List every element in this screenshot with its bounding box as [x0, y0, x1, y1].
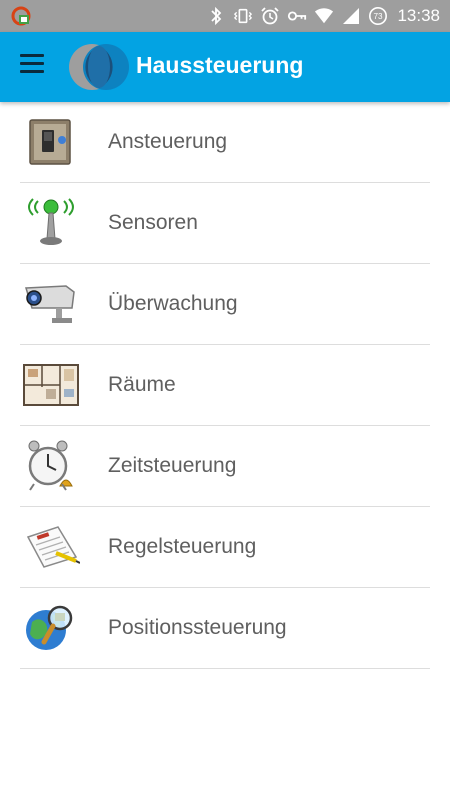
alarm-icon — [260, 6, 280, 26]
vpn-key-icon — [287, 6, 307, 26]
rules-document-icon — [22, 521, 81, 573]
menu-item-label: Regelsteuerung — [108, 535, 257, 558]
bluetooth-icon — [206, 6, 226, 26]
status-bar: 73 13:38 — [0, 0, 450, 32]
menu-item-label: Zeitsteuerung — [108, 454, 237, 477]
floor-plan-icon — [22, 359, 80, 411]
app-notification-icon — [10, 6, 32, 26]
antenna-sensor-icon — [22, 197, 80, 249]
security-camera-icon — [22, 278, 80, 330]
switch-panel-icon — [22, 116, 80, 168]
menu-item-label: Ansteuerung — [108, 130, 228, 153]
cell-signal-icon — [341, 6, 361, 26]
alarm-clock-icon — [22, 440, 80, 492]
menu-item-regelsteuerung[interactable]: Regelsteuerung — [0, 507, 450, 588]
menu-item-positionssteuerung[interactable]: Positionssteuerung — [0, 588, 450, 669]
menu-item-label: Positionssteuerung — [108, 616, 287, 639]
menu-item-label: Räume — [108, 373, 176, 396]
wifi-icon — [314, 6, 334, 26]
battery-level: 73 — [374, 12, 384, 21]
globe-magnifier-icon — [22, 602, 80, 654]
main-menu-list: Ansteuerung Sensoren Überwachung Räume Z… — [0, 102, 450, 669]
app-logo-icon — [68, 42, 130, 92]
app-title: Haussteuerung — [136, 52, 304, 78]
vibrate-icon — [233, 6, 253, 26]
menu-item-sensoren[interactable]: Sensoren — [0, 183, 450, 264]
menu-item-ueberwachung[interactable]: Überwachung — [0, 264, 450, 345]
hamburger-menu-icon[interactable] — [20, 54, 50, 80]
menu-item-zeitsteuerung[interactable]: Zeitsteuerung — [0, 426, 450, 507]
menu-item-label: Überwachung — [108, 292, 238, 315]
battery-icon: 73 — [368, 6, 388, 26]
menu-item-label: Sensoren — [108, 211, 198, 234]
status-time: 13:38 — [397, 6, 440, 25]
divider — [20, 668, 430, 669]
menu-item-ansteuerung[interactable]: Ansteuerung — [0, 102, 450, 183]
menu-item-raeume[interactable]: Räume — [0, 345, 450, 426]
app-bar: Haussteuerung — [0, 32, 450, 102]
